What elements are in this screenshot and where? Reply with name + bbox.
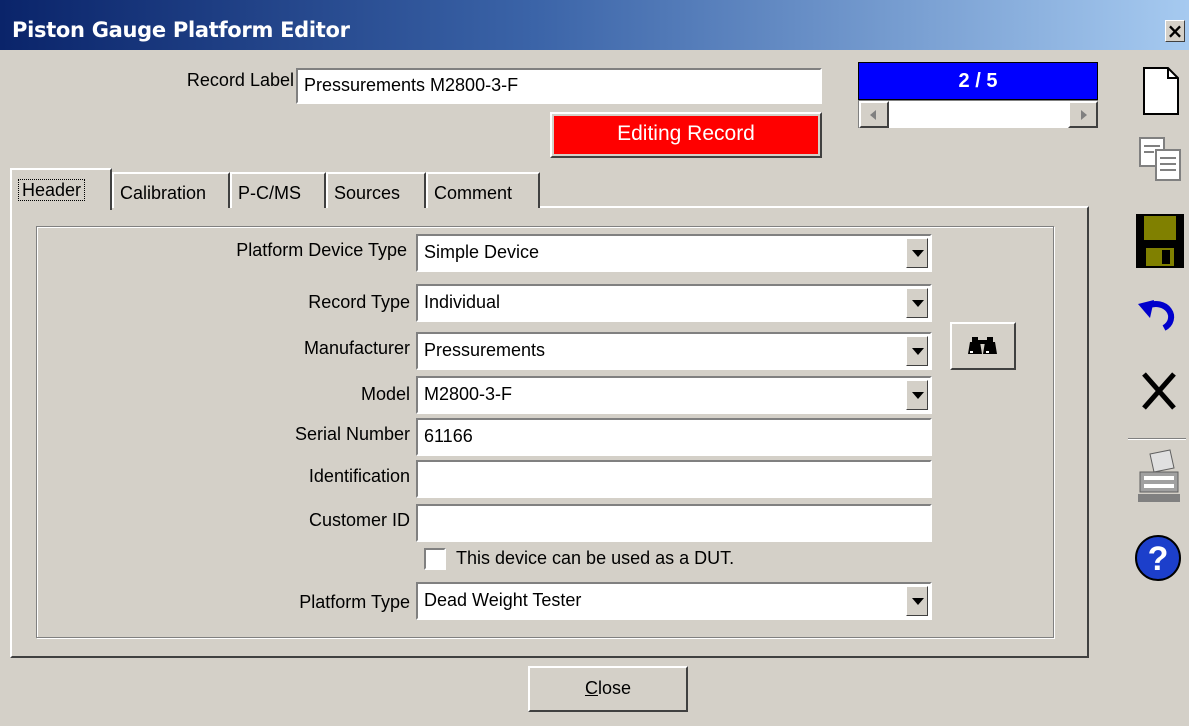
editor-window: Piston Gauge Platform Editor × Record La…: [0, 0, 1189, 726]
help-icon[interactable]: ?: [1134, 530, 1186, 584]
chevron-down-icon[interactable]: [906, 288, 928, 318]
identification-input[interactable]: [416, 460, 932, 498]
platform-device-type-label: Platform Device Type: [236, 240, 407, 260]
tab-header-label: Header: [18, 179, 86, 201]
customer-id-input[interactable]: [416, 504, 932, 542]
tab-calibration-label: Calibration: [120, 183, 207, 203]
delete-icon[interactable]: [1134, 368, 1186, 414]
dut-checkbox-label[interactable]: This device can be used as a DUT.: [456, 548, 734, 569]
chevron-down-icon[interactable]: [906, 238, 928, 268]
identification-label: Identification: [308, 466, 410, 486]
platform-device-type-value: Simple Device: [424, 242, 540, 262]
title-bar: Piston Gauge Platform Editor ×: [0, 0, 1189, 50]
tab-pc-ms[interactable]: P-C/MS: [230, 172, 326, 208]
arrow-right-icon: [1081, 110, 1087, 120]
scroll-left-button[interactable]: [859, 101, 889, 128]
platform-device-type-select[interactable]: Simple Device: [416, 234, 932, 272]
tab-comment[interactable]: Comment: [426, 172, 540, 208]
serial-number-input[interactable]: 61166: [416, 418, 932, 456]
scroll-track[interactable]: [889, 101, 1067, 128]
record-position-indicator: 2 / 5: [858, 62, 1098, 100]
typewriter-icon[interactable]: [1134, 446, 1186, 508]
manufacturer-select[interactable]: Pressurements: [416, 332, 932, 370]
dut-checkbox[interactable]: [424, 548, 446, 570]
model-label: Model: [360, 384, 410, 404]
new-record-icon[interactable]: [1134, 64, 1186, 116]
editing-status-text: Editing Record: [554, 116, 818, 154]
window-close-button[interactable]: ×: [1165, 20, 1185, 42]
find-manufacturer-button[interactable]: [950, 322, 1016, 370]
model-value: M2800-3-F: [424, 384, 513, 404]
serial-number-label: Serial Number: [294, 424, 410, 444]
platform-type-select[interactable]: Dead Weight Tester: [416, 582, 932, 620]
platform-type-value: Dead Weight Tester: [424, 590, 582, 610]
chevron-down-icon[interactable]: [906, 380, 928, 410]
customer-id-label: Customer ID: [308, 510, 410, 530]
platform-type-label: Platform Type: [299, 592, 410, 612]
svg-text:?: ?: [1148, 540, 1169, 578]
window-title: Piston Gauge Platform Editor: [12, 18, 350, 42]
toolbar-separator: [1128, 438, 1186, 440]
record-type-select[interactable]: Individual: [416, 284, 932, 322]
model-select[interactable]: M2800-3-F: [416, 376, 932, 414]
binoculars-icon: [968, 337, 997, 354]
tab-calibration[interactable]: Calibration: [112, 172, 230, 208]
record-label-caption: Record Label: [186, 70, 294, 90]
copy-record-icon[interactable]: [1134, 132, 1186, 184]
tab-pc-ms-label: P-C/MS: [238, 183, 301, 203]
manufacturer-label: Manufacturer: [303, 338, 410, 358]
arrow-left-icon: [870, 110, 876, 120]
manufacturer-value: Pressurements: [424, 340, 546, 360]
record-scrollbar[interactable]: [858, 100, 1098, 128]
tab-comment-label: Comment: [434, 183, 513, 203]
save-icon[interactable]: [1134, 212, 1186, 270]
tab-header[interactable]: Header: [10, 168, 112, 210]
record-type-label: Record Type: [308, 292, 410, 312]
editing-status-badge: Editing Record: [550, 112, 822, 158]
scroll-right-button[interactable]: [1068, 101, 1098, 128]
tab-sources-label: Sources: [334, 183, 401, 203]
close-button-mnemonic: C: [584, 678, 598, 698]
chevron-down-icon[interactable]: [906, 336, 928, 366]
close-button-label: lose: [597, 678, 632, 698]
record-label-input[interactable]: Pressurements M2800-3-F: [296, 68, 822, 104]
record-type-value: Individual: [424, 292, 501, 312]
tab-sources[interactable]: Sources: [326, 172, 426, 208]
chevron-down-icon[interactable]: [906, 586, 928, 616]
undo-icon[interactable]: [1134, 294, 1186, 338]
close-button[interactable]: Close: [528, 666, 688, 712]
